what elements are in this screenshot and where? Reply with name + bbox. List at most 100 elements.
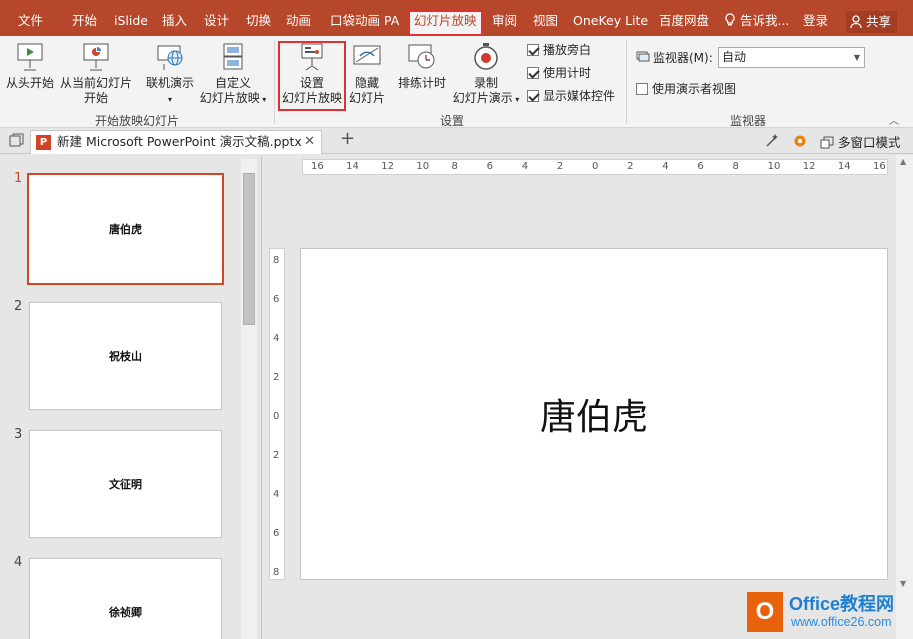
tab-onekey[interactable]: OneKey Lite (573, 10, 648, 32)
ruler-tick-label: 16 (311, 161, 324, 172)
watermark-name: Office教程网 (789, 594, 895, 614)
hide-slide-button[interactable]: 隐藏 幻灯片 (346, 42, 388, 106)
group-label-setup: 设置 (439, 114, 464, 128)
slide-number: 3 (14, 427, 23, 442)
tab-list-icon[interactable] (8, 133, 24, 149)
checkbox-box[interactable] (527, 67, 539, 79)
custom-slideshow-label-2: 幻灯片放映 (199, 91, 260, 105)
close-icon[interactable]: ✕ (304, 131, 315, 153)
monitor-select[interactable]: 自动 ▼ (718, 47, 865, 68)
slide-thumbnail-3[interactable]: 文征明 (29, 430, 222, 538)
tab-transitions[interactable]: 切换 (246, 10, 271, 32)
group-label-start: 开始放映幻灯片 (94, 114, 179, 128)
tab-review[interactable]: 审阅 (492, 10, 517, 32)
hide-slide-label-2: 幻灯片 (348, 91, 385, 105)
show-media-controls-checkbox[interactable]: 显示媒体控件 (527, 88, 615, 104)
tab-file[interactable]: 文件 (18, 10, 43, 32)
editor-scrollbar[interactable]: ▲ ▼ (896, 155, 913, 639)
tab-home[interactable]: 开始 (72, 10, 97, 32)
ribbon-tab-bar: 文件 开始 iSlide 插入 设计 切换 动画 口袋动画 PA 幻灯片放映 审… (0, 0, 913, 36)
record-slideshow-button[interactable]: 录制 幻灯片演示 ▾ (450, 42, 522, 107)
ruler-tick-label: 10 (416, 161, 430, 172)
tell-me-box[interactable]: 告诉我... (724, 10, 789, 32)
custom-slideshow-button[interactable]: 自定义 幻灯片放映 ▾ (198, 42, 268, 107)
custom-slideshow-label-1: 自定义 (214, 76, 251, 90)
play-narration-checkbox[interactable]: 播放旁白 (527, 42, 591, 58)
ruler-tick-label: 4 (273, 489, 280, 500)
ruler-tick-label: 6 (273, 294, 280, 305)
tab-baidu[interactable]: 百度网盘 (659, 10, 709, 32)
ruler-tick-label: 12 (381, 161, 394, 172)
checkbox-box[interactable] (636, 83, 648, 95)
from-current-button[interactable]: 从当前幻灯片 开始 (58, 42, 134, 106)
monitor-label: 监视器(M): (653, 51, 713, 65)
globe-screen-icon (157, 45, 183, 70)
site-watermark: O Office教程网 www.office26.com (747, 588, 913, 639)
watermark-url: www.office26.com (791, 615, 892, 629)
vertical-ruler: 8 6 4 2 0 2 4 6 8 (269, 248, 285, 580)
ruler-tick-label: 4 (273, 333, 280, 344)
record-stopwatch-icon (474, 43, 498, 70)
scroll-down-icon[interactable]: ▼ (900, 579, 906, 588)
windows-icon (820, 136, 834, 149)
tab-design[interactable]: 设计 (204, 10, 229, 32)
tab-insert[interactable]: 插入 (162, 10, 187, 32)
lightbulb-icon (725, 13, 735, 26)
slide-number: 4 (14, 555, 23, 570)
new-tab-icon[interactable]: + (340, 128, 355, 149)
horizontal-ruler: 16 14 12 10 8 6 4 2 0 2 4 6 8 10 12 14 16 (302, 159, 888, 175)
ruler-tick-label: 8 (732, 161, 739, 172)
slideshow-start-icon (17, 43, 43, 71)
slide-thumbnail-title: 徐祯卿 (109, 606, 142, 619)
slide-number: 2 (14, 299, 23, 314)
from-beginning-button[interactable]: 从头开始 (4, 42, 56, 91)
ruler-tick-label: 16 (873, 161, 886, 172)
use-timings-label: 使用计时 (543, 66, 592, 80)
ruler-tick-label: 2 (627, 161, 634, 172)
use-timings-checkbox[interactable]: 使用计时 (527, 65, 591, 81)
tab-slideshow[interactable]: 幻灯片放映 (408, 10, 483, 36)
share-button[interactable]: 共享 (846, 11, 897, 33)
checkbox-box[interactable] (527, 90, 539, 102)
current-slide[interactable]: 唐伯虎 (300, 248, 888, 580)
scroll-up-icon[interactable]: ▲ (900, 157, 906, 166)
scrollbar-thumb[interactable] (243, 173, 255, 325)
ruler-tick-label: 4 (521, 161, 529, 172)
slide-thumbnail-title: 祝枝山 (109, 350, 142, 363)
document-tab[interactable]: P 新建 Microsoft PowerPoint 演示文稿.pptx ✕ (30, 130, 322, 154)
slide-thumbnail-4[interactable]: 徐祯卿 (29, 558, 222, 639)
login-button[interactable]: 登录 (803, 10, 828, 32)
ruler-tick-label: 4 (662, 161, 669, 172)
checkbox-box[interactable] (527, 44, 539, 56)
dropdown-arrow-icon: ▾ (512, 95, 520, 104)
from-current-label-2: 开始 (83, 91, 108, 105)
ruler-tick-label: 2 (556, 161, 564, 172)
thumbnail-scrollbar[interactable] (241, 159, 257, 639)
slide-thumbnail-1[interactable]: 唐伯虎 (27, 173, 224, 285)
slideshow-current-icon (83, 43, 109, 71)
tell-me-label: 告诉我... (739, 13, 790, 28)
tab-islide[interactable]: iSlide (114, 10, 148, 32)
slide-title[interactable]: 唐伯虎 (301, 388, 887, 440)
magic-wand-icon[interactable] (764, 133, 780, 149)
tab-pocket-animation[interactable]: 口袋动画 PA (330, 10, 399, 32)
monitor-icon (636, 51, 650, 62)
collapse-ribbon-icon[interactable]: ︿ (889, 112, 899, 127)
play-narration-label: 播放旁白 (543, 43, 592, 57)
presenter-view-checkbox[interactable]: 使用演示者视图 (636, 81, 736, 97)
tab-view[interactable]: 视图 (533, 10, 558, 32)
online-present-button[interactable]: 联机演示 ▾ (140, 42, 200, 107)
ruler-tick-label: 8 (273, 567, 280, 578)
slide-thumbnail-2[interactable]: 祝枝山 (29, 302, 222, 410)
multiwindow-button[interactable]: 多窗口模式 (820, 132, 901, 151)
document-tab-bar: P 新建 Microsoft PowerPoint 演示文稿.pptx ✕ + … (0, 128, 913, 154)
record-slideshow-label-2: 幻灯片演示 (452, 91, 513, 105)
gear-icon[interactable] (792, 133, 808, 149)
slide-thumbnail-title: 唐伯虎 (109, 223, 142, 236)
ribbon: 从头开始 从当前幻灯片 开始 联机演示 ▾ 自定义 幻灯片放映 ▾ 开始放映幻灯… (0, 36, 913, 128)
rehearse-timings-button[interactable]: 排练计时 (394, 42, 450, 91)
tab-animations[interactable]: 动画 (286, 10, 311, 32)
document-tab-title: 新建 Microsoft PowerPoint 演示文稿.pptx (57, 134, 302, 149)
presenter-view-label: 使用演示者视图 (652, 82, 737, 96)
ruler-tick-label: 8 (273, 255, 280, 266)
